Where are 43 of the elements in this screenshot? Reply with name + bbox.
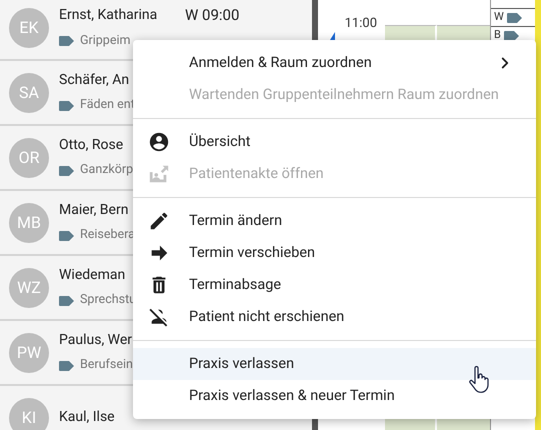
avatar: WZ <box>9 268 49 308</box>
tag-icon <box>59 296 74 306</box>
menu-item[interactable]: Termin verschieben <box>133 237 536 269</box>
menu-item[interactable]: Anmelden & Raum zuordnen <box>133 47 536 79</box>
menu-item[interactable]: Patient nicht erschienen <box>133 301 536 333</box>
pencil-icon <box>148 210 170 232</box>
patient-name: Maier, Bern <box>59 201 128 220</box>
row-letter: W <box>494 9 504 26</box>
appointment-type: Ganzkörp <box>80 161 134 180</box>
appointment-time: W 09:00 <box>185 5 240 26</box>
menu-item[interactable]: Termin ändern <box>133 205 536 237</box>
patient-name: Paulus, Wer <box>59 331 132 350</box>
tag-icon <box>506 12 522 22</box>
tag-icon <box>59 166 74 176</box>
appointment-type: Reisebera <box>80 226 135 244</box>
patient-name: Ernst, Katharina <box>59 6 158 26</box>
avatar: PW <box>9 332 49 372</box>
person-crossed-icon <box>148 306 170 328</box>
avatar: OR <box>9 138 49 178</box>
avatar: KI <box>9 398 49 430</box>
menu-item[interactable]: Praxis verlassen <box>133 348 536 380</box>
menu-item[interactable]: Praxis verlassen & neuer Termin <box>133 380 536 412</box>
appointment-type: Grippeim <box>80 32 130 50</box>
avatar: SA <box>9 72 49 112</box>
avatar: EK <box>9 8 49 48</box>
contact-card-arrow-icon <box>148 163 170 185</box>
avatar: MB <box>9 202 49 242</box>
hand-cursor-icon <box>469 366 489 394</box>
time-label: 11:00 <box>344 15 377 33</box>
tag-icon <box>59 360 74 370</box>
patient-name: Otto, Rose <box>59 136 124 156</box>
menu-item[interactable]: Übersicht <box>133 126 536 158</box>
marker-icon <box>330 32 335 40</box>
row-letter: B <box>494 27 501 44</box>
patient-name: Schäfer, An <box>59 71 130 90</box>
tag-icon <box>504 30 519 40</box>
tag-icon <box>59 230 74 240</box>
patient-name: Wiedeman <box>59 266 126 286</box>
tag-icon <box>59 36 74 46</box>
tag-icon <box>59 100 74 110</box>
appointment-type: Berufsein <box>80 356 133 374</box>
patient-name: Kaul, Ilse <box>59 408 115 427</box>
menu-item[interactable]: Terminabsage <box>133 269 536 301</box>
